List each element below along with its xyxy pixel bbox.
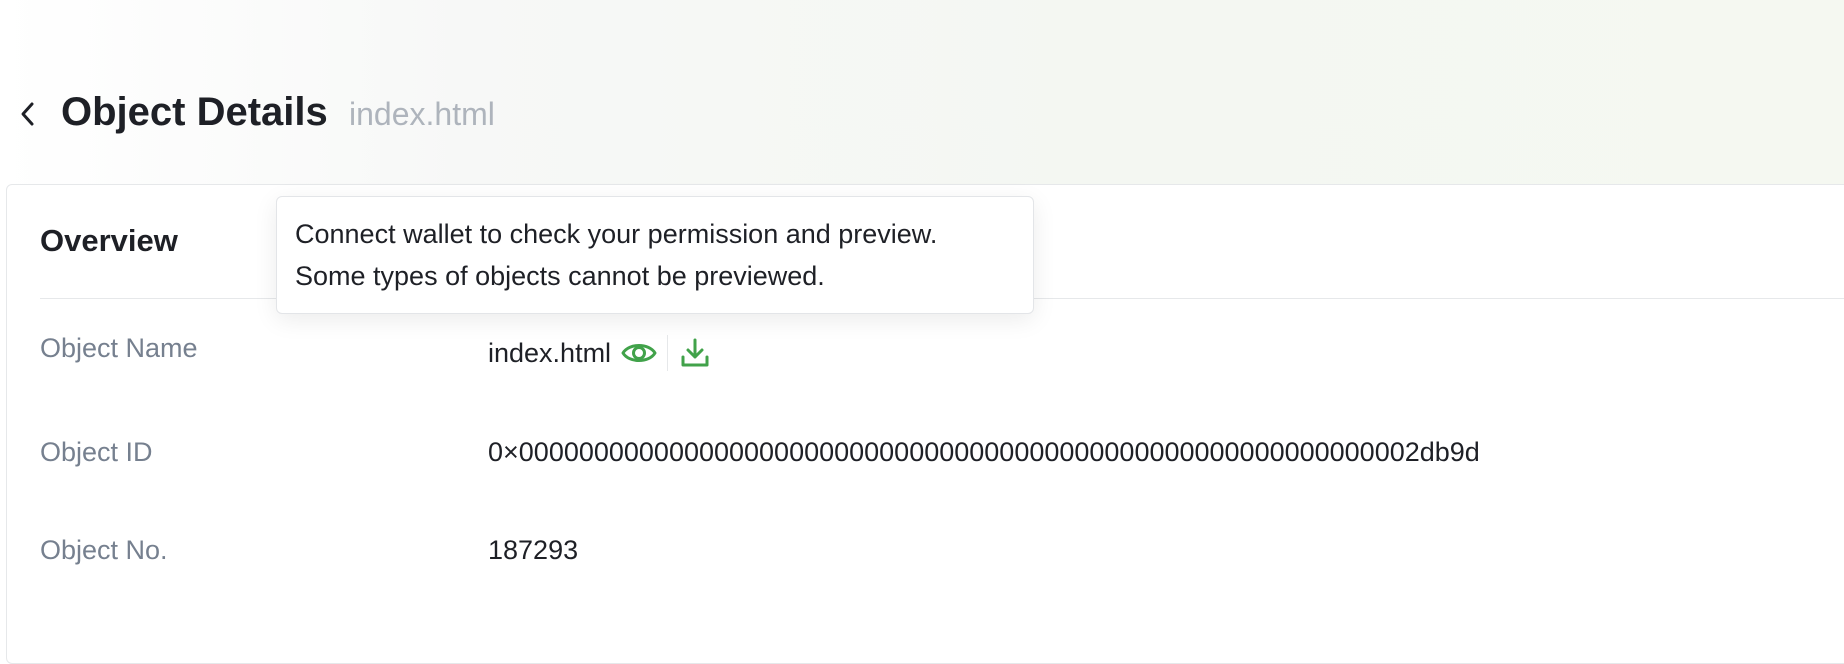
object-name-value: index.html (488, 333, 712, 373)
icon-separator (667, 335, 669, 371)
eye-icon (621, 344, 657, 362)
object-id-label: Object ID (40, 437, 153, 467)
object-name-label: Object Name (40, 333, 198, 363)
object-name-text: index.html (488, 337, 612, 368)
preview-tooltip: Connect wallet to check your permission … (276, 196, 1034, 314)
preview-button[interactable] (621, 335, 657, 371)
download-icon (681, 338, 709, 367)
download-button[interactable] (678, 335, 712, 371)
tooltip-line-1: Connect wallet to check your permission … (295, 219, 938, 249)
back-button[interactable] (14, 98, 42, 130)
chevron-left-icon (21, 102, 34, 126)
tooltip-line-2: Some types of objects cannot be previewe… (295, 261, 825, 291)
object-no-label: Object No. (40, 535, 168, 565)
page-subtitle: index.html (349, 96, 495, 132)
section-title: Overview (40, 223, 178, 258)
page-title: Object Details (61, 90, 328, 134)
object-id-value: 0×00000000000000000000000000000000000000… (488, 437, 1480, 467)
object-no-value: 187293 (488, 535, 579, 565)
